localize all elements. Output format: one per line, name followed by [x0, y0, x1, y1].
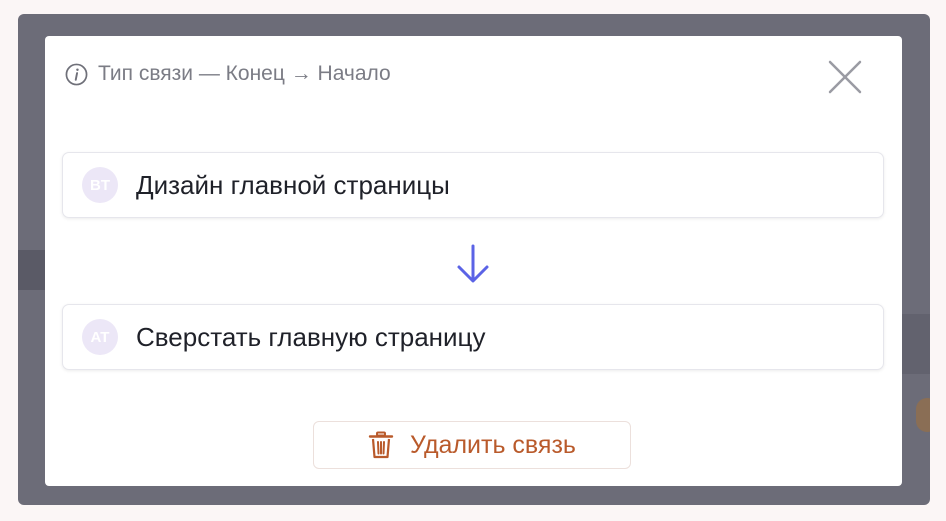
delete-link-label: Удалить связь: [410, 430, 576, 459]
link-type-label: Тип связи — Конец → Начало: [98, 62, 391, 85]
link-dialog: Тип связи — Конец → Начало BT Дизайн гла…: [45, 36, 902, 486]
task-title: Сверстать главную страницу: [136, 321, 486, 352]
avatar: AT: [82, 319, 118, 355]
arrow-down-icon: [457, 244, 489, 283]
info-icon: [65, 63, 88, 85]
delete-link-button[interactable]: Удалить связь: [313, 421, 631, 469]
avatar: BT: [82, 167, 118, 203]
background-element: [18, 250, 48, 290]
dialog-header: Тип связи — Конец → Начало: [65, 62, 391, 86]
close-icon[interactable]: [826, 58, 864, 96]
trash-icon: [368, 431, 394, 459]
successor-task-card[interactable]: AT Сверстать главную страницу: [62, 304, 884, 370]
predecessor-task-card[interactable]: BT Дизайн главной страницы: [62, 152, 884, 218]
background-element: [902, 314, 930, 374]
task-title: Дизайн главной страницы: [136, 169, 450, 200]
background-element: [916, 398, 930, 432]
